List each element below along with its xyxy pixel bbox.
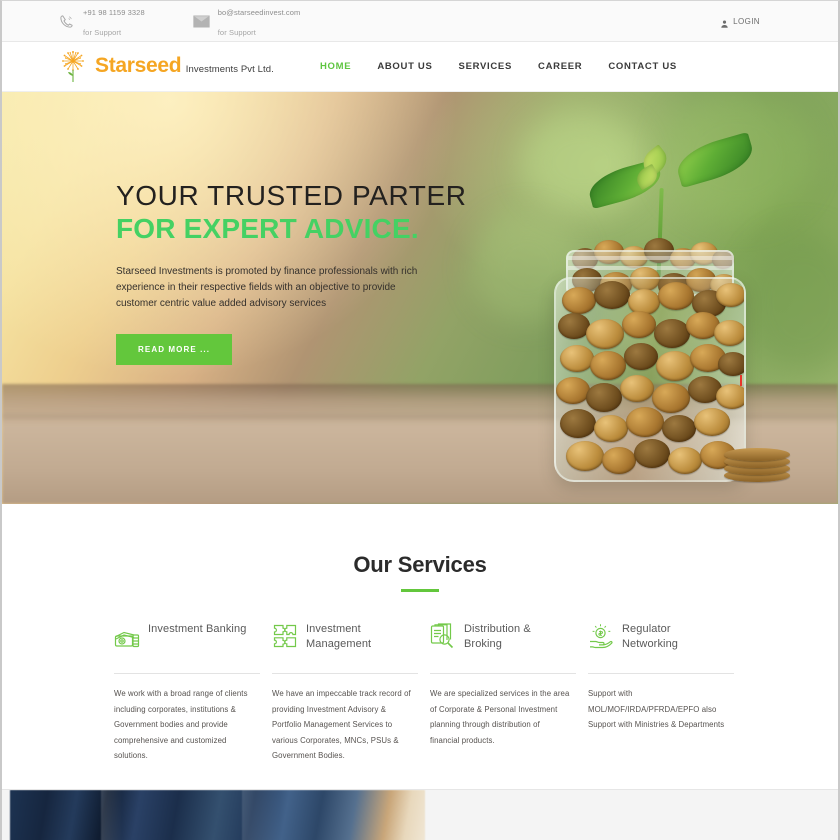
service-card-title: Regulator Networking [622,623,679,650]
service-card-body: We have an impeccable track record of pr… [272,689,411,761]
nav-item-about-us[interactable]: ABOUT US [377,61,432,72]
top-contact-bar: +91 98 1159 3328 for Support bo@starseed… [2,1,838,42]
hand-coin-icon [588,623,614,649]
card-divider [588,673,734,674]
service-card-body: Support with MOL/MOF/IRDA/PFRDA/EPFO als… [588,689,725,730]
glass-jar [554,277,746,482]
card-divider [272,673,418,674]
leaf-right [672,131,758,189]
coin-stack-beside-jar [724,438,790,482]
hero-red-accent-mark [740,375,742,386]
phone-number: +91 98 1159 3328 [83,8,145,17]
email-sublabel: for Support [217,28,256,37]
login-label: LOGIN [733,16,760,26]
service-card-body: We are specialized services in the area … [430,689,570,745]
heading-underline [401,589,439,592]
contact-phone[interactable]: +91 98 1159 3328 for Support [58,1,145,41]
services-card-list: Investment Banking We work with a broad … [2,622,838,764]
phone-sublabel: for Support [83,28,122,37]
hero-content: YOUR TRUSTED PARTER FOR EXPERT ADVICE. S… [116,180,467,366]
service-card[interactable]: Regulator Networking Support with MOL/MO… [588,622,746,764]
service-card[interactable]: Investment Banking We work with a broad … [114,622,272,764]
service-card-title: Investment Banking [148,623,247,635]
contact-email[interactable]: bo@starseedinvest.com for Support [193,1,301,41]
nav-item-home[interactable]: HOME [320,61,351,72]
services-section: Our Services Investment Banking We work … [2,504,838,781]
hero-banner: YOUR TRUSTED PARTER FOR EXPERT ADVICE. S… [2,92,838,504]
login-button[interactable]: LOGIN [720,16,760,28]
logo[interactable]: Starseed Investments Pvt Ltd. [58,50,274,83]
card-divider [430,673,576,674]
service-card[interactable]: Investment Management We have an impecca… [272,622,430,764]
logo-name: Starseed [95,54,182,78]
coins-in-jar [556,279,744,480]
wallet-money-icon [114,623,140,649]
nav-item-services[interactable]: SERVICES [459,61,512,72]
service-card-body: We work with a broad range of clients in… [114,689,248,761]
service-card-title: Distribution & Broking [464,623,531,650]
business-team-photo [10,790,425,840]
hero-paragraph: Starseed Investments is promoted by fina… [116,265,418,309]
card-divider [114,673,260,674]
site-header: Starseed Investments Pvt Ltd. HOME ABOUT… [2,42,838,92]
user-icon [720,16,729,28]
bottom-section [2,789,838,840]
read-more-button[interactable]: READ MORE ... [116,334,233,366]
hero-title-line-1: YOUR TRUSTED PARTER [116,180,467,211]
email-address: bo@starseedinvest.com [217,8,301,17]
main-navigation: HOME ABOUT US SERVICES CAREER CONTACT US [320,61,677,72]
mail-icon [193,13,210,30]
logo-tagline: Investments Pvt Ltd. [185,64,274,76]
documents-search-icon [430,623,456,649]
services-heading: Our Services [353,552,487,577]
puzzle-piece-icon [272,623,298,649]
nav-item-career[interactable]: CAREER [538,61,582,72]
coin-jar-plant-illustration [532,131,792,482]
service-card-title: Investment Management [306,623,372,650]
nav-item-contact-us[interactable]: CONTACT US [608,61,677,72]
page-root: +91 98 1159 3328 for Support bo@starseed… [0,0,840,840]
phone-icon [58,13,75,30]
service-card[interactable]: Distribution & Broking We are specialize… [430,622,588,764]
dandelion-icon [58,50,88,83]
hero-title-line-2: FOR EXPERT ADVICE. [116,213,419,245]
